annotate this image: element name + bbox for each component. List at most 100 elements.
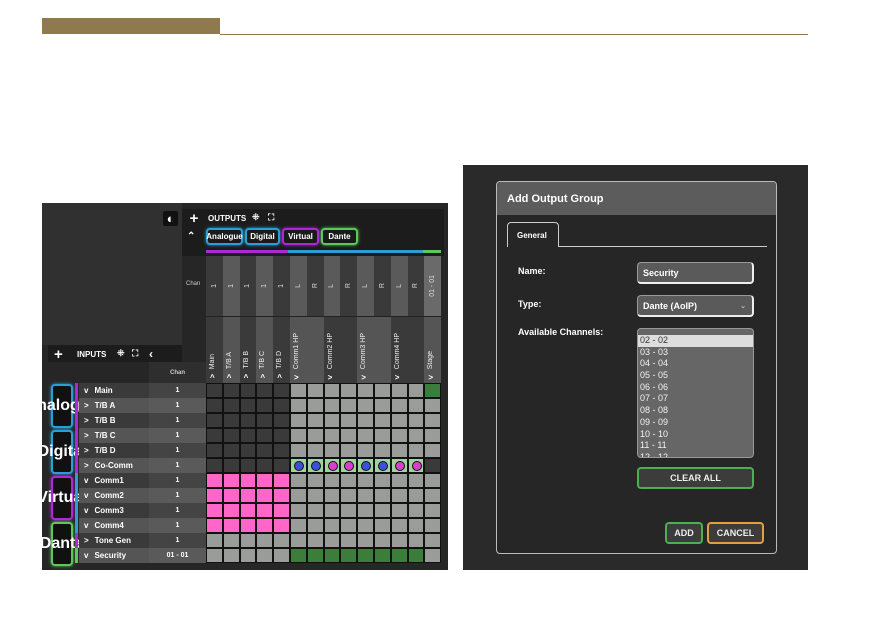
crosspoint-cell[interactable] <box>256 458 274 473</box>
crosspoint-cell[interactable] <box>407 428 425 443</box>
crosspoint-cell[interactable] <box>424 488 442 503</box>
crosspoint-cell[interactable] <box>256 413 274 428</box>
crosspoint-cell[interactable] <box>306 548 324 563</box>
crosspoint-cell[interactable] <box>323 548 341 563</box>
output-group-header[interactable]: Main ^ <box>206 316 223 383</box>
crosspoint-cell[interactable] <box>374 443 391 458</box>
crosspoint-cell[interactable] <box>323 413 341 428</box>
crosspoint-cell[interactable] <box>374 488 391 503</box>
crosspoint-cell[interactable] <box>206 443 223 458</box>
crosspoint-cell[interactable] <box>357 413 374 428</box>
input-row-main[interactable]: v Main <box>79 383 149 398</box>
crosspoint-cell[interactable] <box>357 533 374 548</box>
crosspoint-cell[interactable] <box>374 548 391 563</box>
crosspoint-cell[interactable] <box>273 398 290 413</box>
crosspoint-level-icon[interactable] <box>310 461 321 471</box>
output-tab-digital[interactable]: Digital <box>245 228 280 245</box>
crosspoint-cell[interactable] <box>390 533 408 548</box>
crosspoint-cell[interactable] <box>306 383 324 398</box>
input-row-comm1[interactable]: v Comm1 <box>79 473 149 488</box>
crosspoint-cell[interactable] <box>290 428 307 443</box>
input-tab-analogue[interactable]: Analogue <box>26 384 98 428</box>
crosspoint-cell[interactable] <box>340 413 358 428</box>
crosspoint-cell[interactable] <box>306 428 324 443</box>
crosspoint-cell[interactable] <box>222 473 240 488</box>
crosspoint-cell[interactable] <box>374 413 391 428</box>
crosspoint-cell[interactable] <box>290 458 307 473</box>
crosspoint-cell[interactable] <box>206 548 223 563</box>
chevron-right-icon[interactable]: > <box>395 373 400 382</box>
crosspoint-cell[interactable] <box>357 488 374 503</box>
crosspoint-level-icon[interactable] <box>361 461 372 471</box>
add-output-icon[interactable]: + <box>187 210 201 227</box>
chevron-right-icon[interactable]: > <box>361 373 366 382</box>
crosspoint-cell[interactable] <box>256 473 274 488</box>
crosspoint-cell[interactable] <box>256 518 274 533</box>
channel-option[interactable]: 12 - 12 <box>638 452 753 457</box>
channel-option[interactable]: 05 - 05 <box>638 370 753 382</box>
output-group-header[interactable]: T/B D ^ <box>273 316 290 383</box>
chevron-left-icon[interactable]: ‹ <box>149 347 153 361</box>
crosspoint-cell[interactable] <box>256 443 274 458</box>
crosspoint-cell[interactable] <box>222 518 240 533</box>
chevron-up-icon[interactable]: ^ <box>277 373 282 382</box>
crosspoint-level-icon[interactable] <box>394 461 405 471</box>
output-group-header[interactable]: Comm1 HP > <box>290 316 324 383</box>
crosspoint-cell[interactable] <box>239 398 257 413</box>
crosspoint-cell[interactable] <box>323 488 341 503</box>
chevron-up-icon[interactable]: ^ <box>260 373 265 382</box>
crosspoint-cell[interactable] <box>374 383 391 398</box>
output-group-header[interactable]: Comm2 HP > <box>323 316 358 383</box>
chevron-right-icon[interactable]: > <box>84 446 89 455</box>
crosspoint-cell[interactable] <box>407 503 425 518</box>
crosspoint-cell[interactable] <box>273 413 290 428</box>
crosspoint-cell[interactable] <box>374 518 391 533</box>
crosspoint-cell[interactable] <box>374 473 391 488</box>
crosspoint-cell[interactable] <box>239 473 257 488</box>
crosspoint-cell[interactable] <box>424 533 442 548</box>
crosspoint-cell[interactable] <box>340 503 358 518</box>
crosspoint-cell[interactable] <box>206 398 223 413</box>
crosspoint-cell[interactable] <box>407 458 425 473</box>
crosspoint-cell[interactable] <box>290 473 307 488</box>
output-tab-dante[interactable]: Dante <box>321 228 358 245</box>
crosspoint-cell[interactable] <box>374 533 391 548</box>
crosspoint-cell[interactable] <box>357 518 374 533</box>
expand-inputs-icon[interactable]: ⛶ <box>132 348 138 359</box>
crosspoint-cell[interactable] <box>306 443 324 458</box>
chevron-right-icon[interactable]: > <box>428 373 433 382</box>
crosspoint-cell[interactable] <box>306 458 324 473</box>
crosspoint-cell[interactable] <box>273 428 290 443</box>
output-group-header[interactable]: Comm4 HP > <box>390 316 425 383</box>
crosspoint-cell[interactable] <box>206 458 223 473</box>
channels-listbox[interactable]: 02 - 02 03 - 03 04 - 04 05 - 05 06 - 06 07 - … <box>637 328 754 458</box>
crosspoint-cell[interactable] <box>306 518 324 533</box>
tab-general[interactable]: General <box>507 222 559 247</box>
crosspoint-cell[interactable] <box>357 383 374 398</box>
crosspoint-cell[interactable] <box>239 488 257 503</box>
crosspoint-cell[interactable] <box>222 503 240 518</box>
crosspoint-cell[interactable] <box>306 503 324 518</box>
crosspoint-cell[interactable] <box>273 473 290 488</box>
expand-icon[interactable]: ⛶ <box>268 212 274 223</box>
crosspoint-cell[interactable] <box>273 458 290 473</box>
crosspoint-cell[interactable] <box>357 473 374 488</box>
crosspoint-cell[interactable] <box>340 398 358 413</box>
crosspoint-cell[interactable] <box>390 428 408 443</box>
crosspoint-cell[interactable] <box>273 503 290 518</box>
crosspoint-cell[interactable] <box>407 383 425 398</box>
crosspoint-cell[interactable] <box>374 503 391 518</box>
crosspoint-cell[interactable] <box>357 548 374 563</box>
chevron-up-icon[interactable]: ⌃ <box>187 231 195 242</box>
input-row-comm3[interactable]: v Comm3 <box>79 503 149 518</box>
crosspoint-cell[interactable] <box>306 488 324 503</box>
crosspoint-cell[interactable] <box>407 398 425 413</box>
crosspoint-cell[interactable] <box>323 518 341 533</box>
crosspoint-cell[interactable] <box>256 398 274 413</box>
crosspoint-cell[interactable] <box>222 383 240 398</box>
crosspoint-cell[interactable] <box>290 443 307 458</box>
crosspoint-cell[interactable] <box>340 533 358 548</box>
crosspoint-cell[interactable] <box>357 443 374 458</box>
crosspoint-cell[interactable] <box>222 398 240 413</box>
input-row-comm4[interactable]: v Comm4 <box>79 518 149 533</box>
